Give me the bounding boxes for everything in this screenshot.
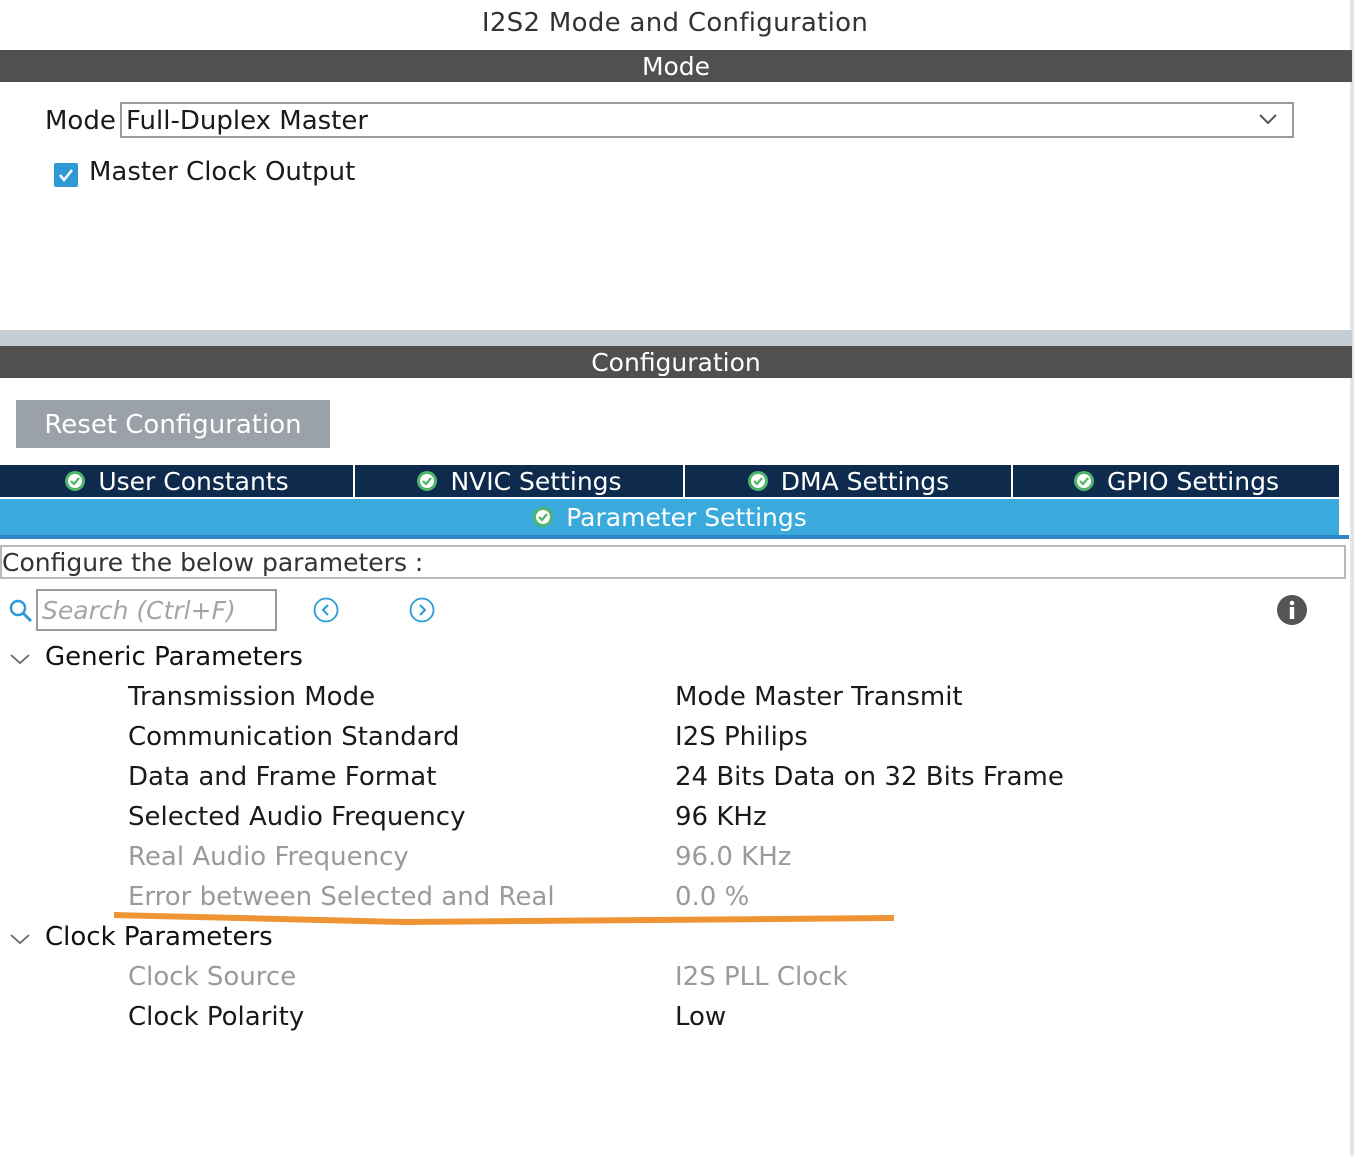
mode-select[interactable]: Full-Duplex Master bbox=[120, 102, 1294, 138]
chevron-down-icon bbox=[1259, 114, 1277, 125]
check-circle-icon bbox=[533, 507, 554, 527]
previous-result-icon[interactable] bbox=[312, 596, 340, 624]
tab-dma-settings[interactable]: DMA Settings bbox=[685, 465, 1013, 497]
search-icon bbox=[9, 599, 33, 623]
param-name: Error between Selected and Real bbox=[128, 882, 555, 912]
check-circle-icon bbox=[417, 471, 438, 491]
window-title: I2S2 Mode and Configuration bbox=[481, 8, 869, 38]
param-value[interactable]: 24 Bits Data on 32 Bits Frame bbox=[675, 762, 1064, 792]
param-value: 96.0 KHz bbox=[675, 842, 792, 872]
checkmark-icon bbox=[59, 169, 73, 183]
tab-label: DMA Settings bbox=[780, 466, 950, 496]
configuration-section-header: Configuration bbox=[0, 346, 1352, 378]
check-circle-icon bbox=[747, 471, 768, 491]
tab-gpio-settings[interactable]: GPIO Settings bbox=[1013, 465, 1339, 497]
param-value[interactable]: I2S Philips bbox=[675, 722, 808, 752]
param-value: I2S PLL Clock bbox=[675, 962, 848, 992]
group-generic-parameters[interactable]: Generic Parameters bbox=[45, 642, 303, 672]
param-name[interactable]: Clock Polarity bbox=[128, 1002, 304, 1032]
next-result-icon[interactable] bbox=[408, 596, 436, 624]
param-name: Clock Source bbox=[128, 962, 297, 992]
check-circle-icon bbox=[1074, 471, 1094, 491]
chevron-down-icon[interactable] bbox=[9, 652, 31, 666]
param-name[interactable]: Transmission Mode bbox=[128, 682, 375, 712]
param-value[interactable]: Low bbox=[675, 1002, 726, 1032]
tab-parameter-settings[interactable]: Parameter Settings bbox=[0, 499, 1339, 535]
param-name[interactable]: Data and Frame Format bbox=[128, 762, 436, 792]
master-clock-output-checkbox[interactable] bbox=[54, 163, 78, 187]
param-value[interactable]: 96 KHz bbox=[675, 802, 767, 832]
window-edge bbox=[1350, 0, 1354, 1156]
mode-label: Mode bbox=[45, 106, 116, 136]
tab-user-constants[interactable]: User Constants bbox=[0, 465, 355, 497]
param-name: Real Audio Frequency bbox=[128, 842, 409, 872]
tab-nvic-settings[interactable]: NVIC Settings bbox=[355, 465, 685, 497]
reset-configuration-button[interactable]: Reset Configuration bbox=[16, 400, 330, 448]
search-input[interactable] bbox=[36, 589, 277, 631]
settings-tabs: User Constants NVIC Settings DMA Setting… bbox=[0, 465, 1339, 497]
param-value[interactable]: Mode Master Transmit bbox=[675, 682, 963, 712]
instruction-text: Configure the below parameters : bbox=[0, 545, 1346, 579]
param-name[interactable]: Communication Standard bbox=[128, 722, 459, 752]
chevron-down-icon[interactable] bbox=[9, 932, 31, 946]
info-icon[interactable] bbox=[1276, 594, 1308, 626]
group-clock-parameters[interactable]: Clock Parameters bbox=[45, 922, 273, 952]
param-value: 0.0 % bbox=[675, 882, 750, 912]
section-divider bbox=[0, 330, 1352, 346]
tab-label: GPIO Settings bbox=[1107, 466, 1279, 496]
active-tab-underline bbox=[0, 535, 1349, 539]
param-name[interactable]: Selected Audio Frequency bbox=[128, 802, 465, 832]
tab-label: User Constants bbox=[98, 466, 289, 496]
check-circle-icon bbox=[65, 471, 86, 491]
mode-section-header: Mode bbox=[0, 50, 1352, 82]
mode-select-value: Full-Duplex Master bbox=[126, 106, 369, 136]
master-clock-output-label: Master Clock Output bbox=[89, 157, 356, 187]
tab-label: NVIC Settings bbox=[450, 466, 622, 496]
tab-label: Parameter Settings bbox=[566, 502, 807, 532]
